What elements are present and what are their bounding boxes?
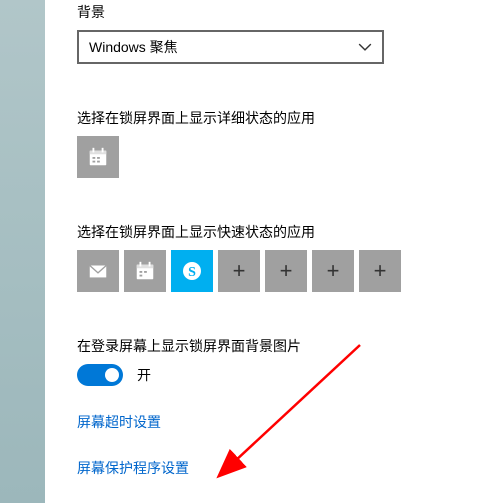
- quick-app-slot-mail[interactable]: [77, 250, 119, 292]
- detailed-status-label: 选择在锁屏界面上显示详细状态的应用: [77, 108, 480, 128]
- signin-bg-toggle[interactable]: [77, 364, 123, 386]
- sidebar-gradient: [0, 0, 45, 503]
- skype-icon: S: [180, 259, 204, 283]
- plus-icon: +: [327, 258, 340, 284]
- detailed-status-tiles: [77, 136, 480, 178]
- plus-icon: +: [374, 258, 387, 284]
- background-dropdown-value: Windows 聚焦: [89, 37, 178, 57]
- screen-timeout-link[interactable]: 屏幕超时设置: [77, 412, 480, 432]
- screensaver-settings-link[interactable]: 屏幕保护程序设置: [77, 458, 480, 478]
- signin-bg-toggle-row: 开: [77, 364, 480, 386]
- mail-icon: [87, 260, 109, 282]
- quick-app-slot-add-3[interactable]: +: [312, 250, 354, 292]
- quick-status-tiles: S + + + +: [77, 250, 480, 292]
- signin-bg-label: 在登录屏幕上显示锁屏界面背景图片: [77, 336, 480, 356]
- quick-app-slot-add-4[interactable]: +: [359, 250, 401, 292]
- chevron-down-icon: [358, 40, 372, 54]
- quick-app-slot-skype[interactable]: S: [171, 250, 213, 292]
- quick-status-label: 选择在锁屏界面上显示快速状态的应用: [77, 222, 480, 242]
- calendar-icon: [134, 260, 156, 282]
- toggle-knob: [105, 368, 119, 382]
- toggle-state-text: 开: [137, 365, 151, 385]
- background-label: 背景: [77, 2, 480, 22]
- calendar-icon: [87, 146, 109, 168]
- quick-app-slot-add-2[interactable]: +: [265, 250, 307, 292]
- settings-content: 背景 Windows 聚焦 选择在锁屏界面上显示详细状态的应用 选择在锁屏界面上…: [45, 0, 500, 503]
- plus-icon: +: [280, 258, 293, 284]
- svg-text:S: S: [188, 265, 196, 280]
- plus-icon: +: [233, 258, 246, 284]
- quick-app-slot-calendar[interactable]: [124, 250, 166, 292]
- quick-app-slot-add-1[interactable]: +: [218, 250, 260, 292]
- detailed-app-slot-calendar[interactable]: [77, 136, 119, 178]
- background-dropdown[interactable]: Windows 聚焦: [77, 30, 384, 64]
